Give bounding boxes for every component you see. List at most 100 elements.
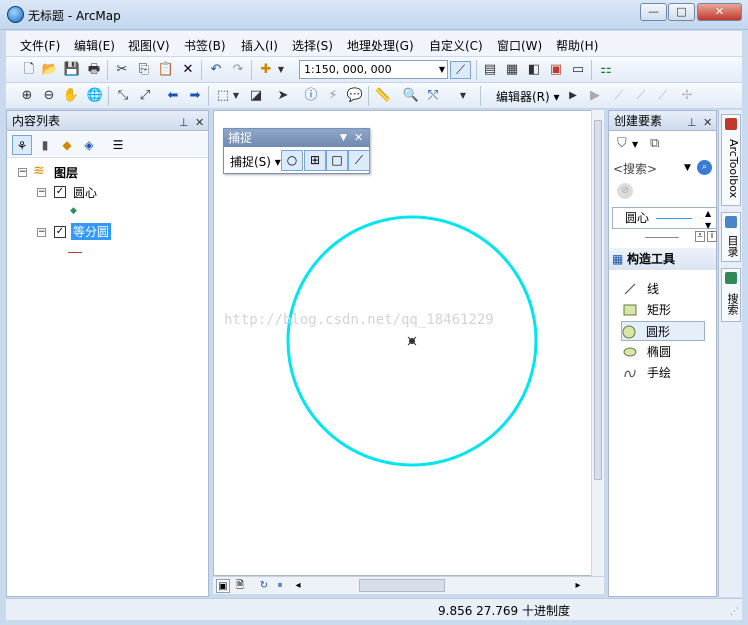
- close-icon[interactable]: ✕: [354, 129, 363, 147]
- list-by-selection-icon[interactable]: ◈: [79, 135, 99, 155]
- organize-feature-templates-icon[interactable]: ⧉: [650, 136, 659, 151]
- search-icon[interactable]: ⌕: [697, 160, 712, 175]
- fixed-zoom-in-icon[interactable]: ⤡: [114, 87, 132, 105]
- menu-file[interactable]: 文件(F): [20, 37, 60, 54]
- map-canvas[interactable]: [214, 111, 592, 577]
- undo-icon[interactable]: ↶: [207, 61, 225, 79]
- circle-center-point[interactable]: [407, 336, 417, 346]
- pause-drawing-icon[interactable]: ⏸: [273, 579, 287, 593]
- organize-templates-icon[interactable]: ⛉: [617, 136, 627, 151]
- snapping-toolbar-header[interactable]: 捕捉 ▼ ✕: [224, 129, 369, 147]
- pan-hand-icon[interactable]: ✋: [62, 87, 80, 105]
- chevron-down-icon[interactable]: ▼: [340, 129, 347, 147]
- close-icon[interactable]: ✕: [195, 113, 204, 133]
- chevron-down-icon[interactable]: ▼: [632, 140, 638, 149]
- go-to-xy-icon[interactable]: ⤲: [424, 87, 442, 105]
- menu-geoprocessing[interactable]: 地理处理(G): [347, 37, 414, 54]
- menu-help[interactable]: 帮助(H): [556, 37, 598, 54]
- zoom-in-icon[interactable]: ⊕: [18, 87, 36, 105]
- arc-segment-icon[interactable]: ⟋: [654, 87, 672, 105]
- html-popup-icon[interactable]: 💬: [346, 87, 364, 105]
- close-icon[interactable]: ✕: [703, 113, 712, 133]
- refresh-icon[interactable]: ↻: [257, 579, 271, 593]
- close-button[interactable]: ✕: [697, 3, 742, 21]
- redo-icon[interactable]: ↷: [229, 61, 247, 79]
- edit-tool-arrow-icon[interactable]: ▶: [564, 87, 582, 105]
- tool-circle[interactable]: 圆形: [621, 321, 705, 341]
- point-icon[interactable]: ✢: [678, 87, 696, 105]
- data-view-icon[interactable]: ▣: [216, 579, 230, 593]
- list-by-drawing-order-icon[interactable]: ⚘: [12, 135, 32, 155]
- options-icon[interactable]: ☰: [108, 135, 128, 155]
- select-features-dropdown-icon[interactable]: ▼: [231, 87, 241, 105]
- copy-icon[interactable]: ⎘: [135, 61, 153, 79]
- minimize-button[interactable]: —: [640, 3, 667, 21]
- layer-label-center[interactable]: 圆心: [73, 184, 97, 201]
- scroll-left-icon[interactable]: ◂: [291, 579, 305, 593]
- catalog-icon[interactable]: ▦: [503, 61, 521, 79]
- maximize-button[interactable]: □: [668, 3, 695, 21]
- back-extent-icon[interactable]: ⬅: [164, 87, 182, 105]
- fixed-zoom-out-icon[interactable]: ⤢: [136, 87, 154, 105]
- resize-grip-icon[interactable]: ⋰: [730, 607, 739, 617]
- measure-icon[interactable]: 📏: [374, 87, 392, 105]
- scroll-right-icon[interactable]: ▸: [571, 579, 585, 593]
- pin-icon[interactable]: ⊥: [179, 113, 189, 133]
- add-data-icon[interactable]: ✚: [257, 61, 275, 79]
- catalog-tab[interactable]: 目录: [721, 212, 741, 262]
- filter-icon[interactable]: ⊘: [617, 183, 633, 199]
- map-horizontal-scrollbar[interactable]: ▣ 🗎 ↻ ⏸ ◂ ▸: [213, 576, 604, 594]
- edit-annotation-icon[interactable]: ▶: [586, 87, 604, 105]
- point-symbol-icon[interactable]: ◆: [70, 206, 77, 216]
- arctoolbox-icon[interactable]: ▣: [547, 61, 565, 79]
- menu-windows[interactable]: 窗口(W): [497, 37, 542, 54]
- point-snapping-icon[interactable]: ○: [281, 150, 303, 171]
- list-by-source-icon[interactable]: ▮: [35, 135, 55, 155]
- toolbar-options-dropdown-icon[interactable]: ▼: [458, 87, 468, 105]
- print-icon[interactable]: 🖶: [85, 61, 103, 79]
- expander-collapse-icon[interactable]: −: [18, 168, 27, 177]
- template-search-input[interactable]: <搜索>: [613, 160, 689, 178]
- map-vertical-scrollbar[interactable]: [591, 110, 604, 576]
- zoom-out-icon[interactable]: ⊖: [40, 87, 58, 105]
- edge-snapping-icon[interactable]: ⟋: [348, 150, 370, 171]
- find-binoculars-icon[interactable]: 🔍: [402, 87, 420, 105]
- map-view[interactable]: [213, 110, 604, 576]
- full-extent-globe-icon[interactable]: 🌐: [86, 87, 104, 105]
- search-tab[interactable]: 搜索: [721, 268, 741, 322]
- list-by-visibility-icon[interactable]: ◆: [57, 135, 77, 155]
- python-window-icon[interactable]: ▭: [569, 61, 587, 79]
- search-window-icon[interactable]: ◧: [525, 61, 543, 79]
- clear-selection-icon[interactable]: ◪: [247, 87, 265, 105]
- select-features-icon[interactable]: ⬚: [214, 87, 232, 105]
- layer-visibility-checkbox[interactable]: ✓: [54, 186, 66, 198]
- pin-icon[interactable]: ⊥: [687, 113, 697, 133]
- delete-icon[interactable]: ✕: [179, 61, 197, 79]
- expander-collapse-icon[interactable]: −: [37, 228, 46, 237]
- layer-visibility-checkbox[interactable]: ✓: [54, 226, 66, 238]
- splitter-handle[interactable]: [645, 237, 679, 238]
- template-list-scroll-down-icon[interactable]: ▼: [705, 221, 711, 230]
- chevron-down-icon[interactable]: ▼: [684, 163, 691, 173]
- table-of-contents-icon[interactable]: ▤: [481, 61, 499, 79]
- snapping-menu[interactable]: 捕捉(S) ▾: [230, 153, 281, 170]
- select-elements-arrow-icon[interactable]: ➤: [274, 87, 292, 105]
- line-symbol-icon[interactable]: [68, 252, 82, 253]
- menu-bookmarks[interactable]: 书签(B): [184, 37, 226, 54]
- layers-group-label[interactable]: 图层: [54, 164, 78, 181]
- forward-extent-icon[interactable]: ➡: [186, 87, 204, 105]
- arctoolbox-tab[interactable]: ArcToolbox: [721, 114, 741, 206]
- map-scale-combo[interactable]: 1:150, 000, 000 ▼: [299, 60, 448, 79]
- add-data-dropdown-icon[interactable]: ▼: [276, 61, 286, 79]
- end-snapping-icon[interactable]: ⊞: [304, 150, 326, 171]
- properties-icon[interactable]: i: [707, 231, 717, 242]
- menu-insert[interactable]: 插入(I): [241, 37, 278, 54]
- expander-collapse-icon[interactable]: −: [37, 188, 46, 197]
- feature-template-item[interactable]: 圆心: [612, 207, 717, 229]
- save-icon[interactable]: 💾: [63, 61, 81, 79]
- menu-customize[interactable]: 自定义(C): [429, 37, 483, 54]
- cut-icon[interactable]: ✂: [113, 61, 131, 79]
- menu-view[interactable]: 视图(V): [128, 37, 170, 54]
- layer-label-division-circle[interactable]: 等分圆: [71, 223, 112, 240]
- layout-view-icon[interactable]: 🗎: [233, 579, 247, 593]
